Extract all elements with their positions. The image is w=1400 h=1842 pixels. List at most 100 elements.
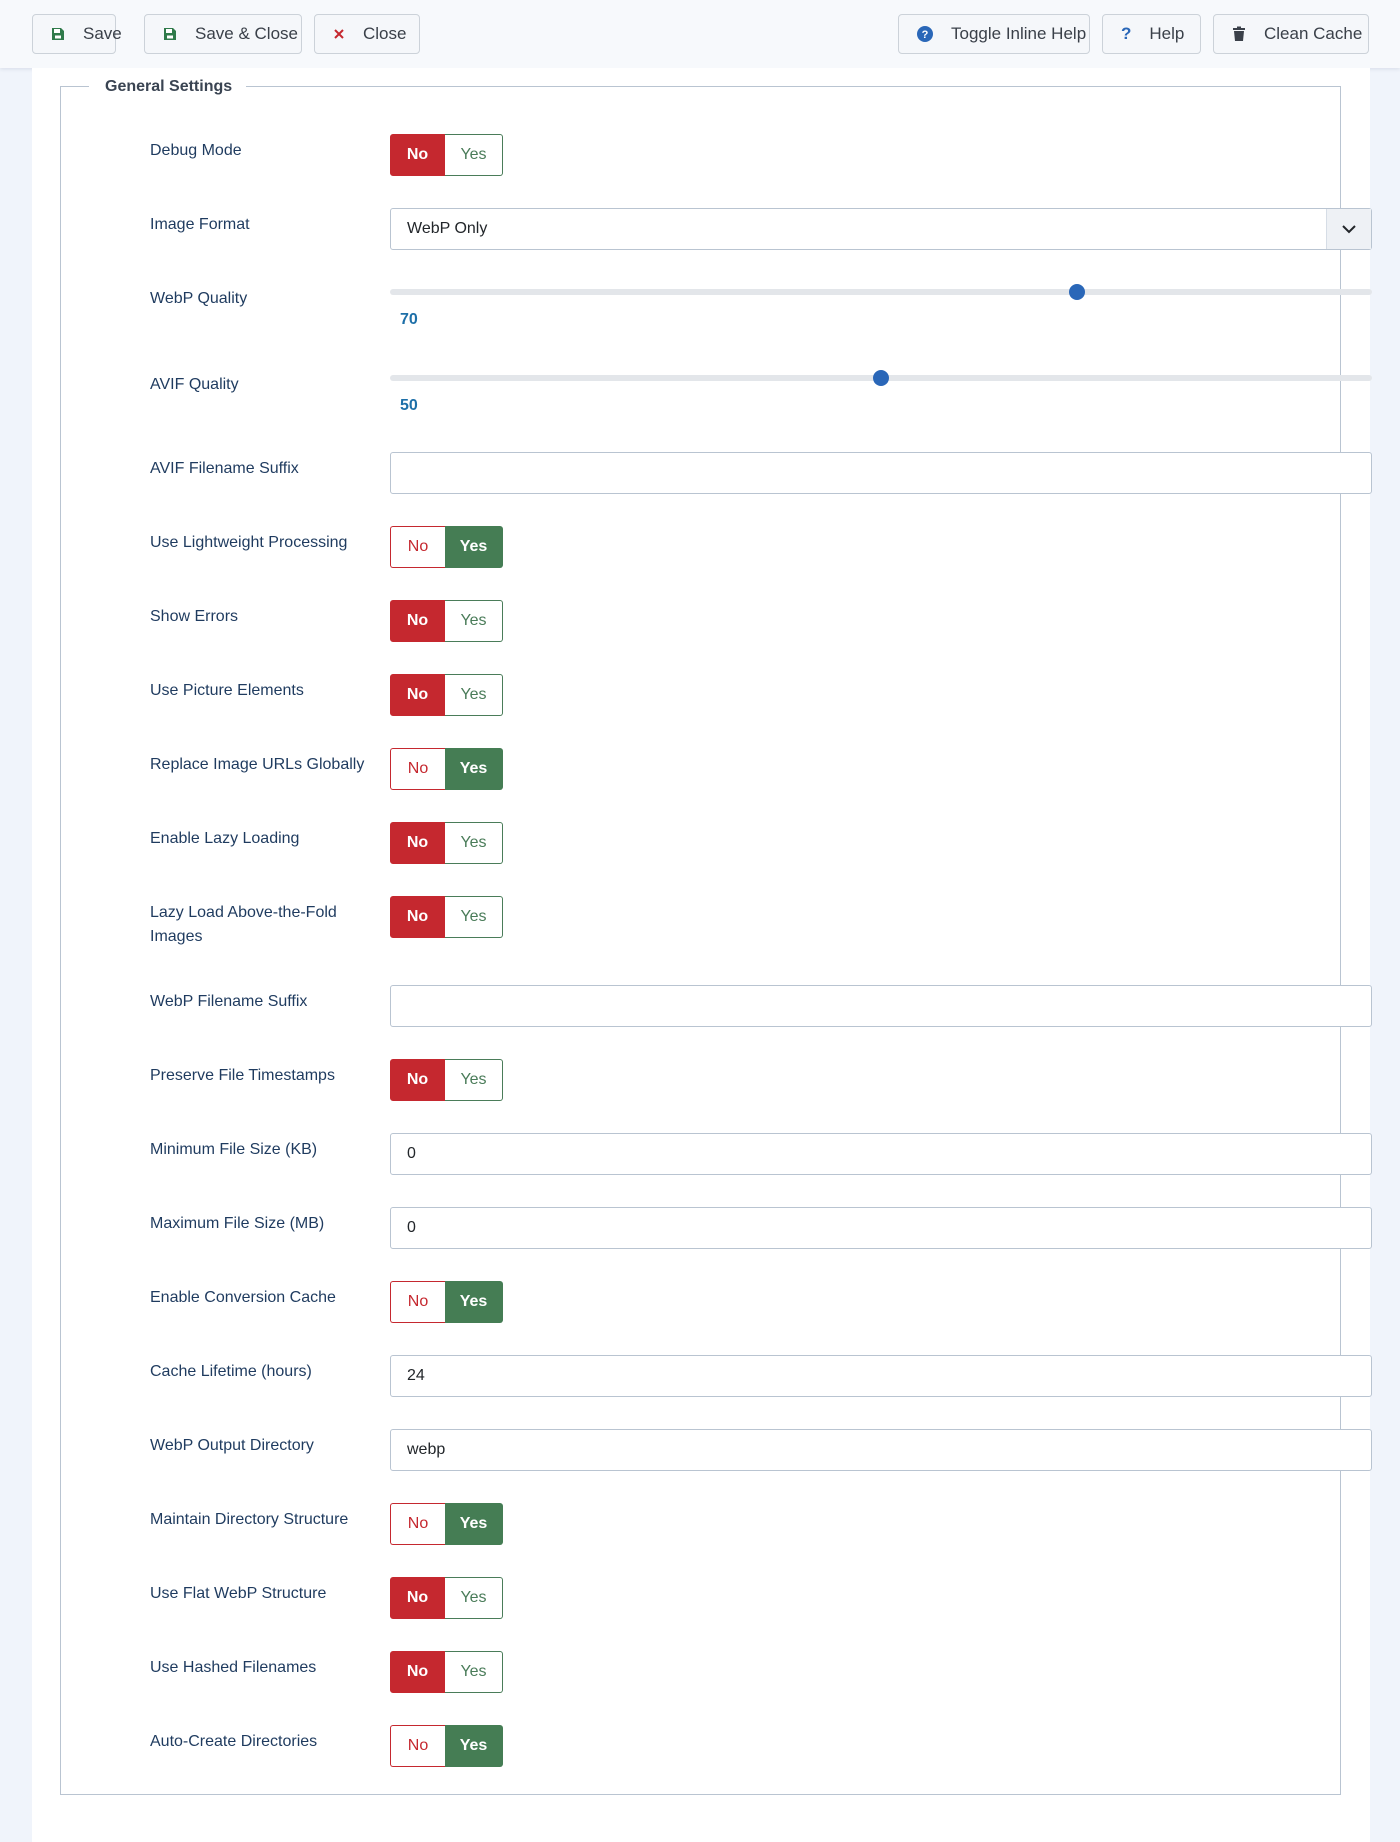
toggle-conversion-cache[interactable]: No Yes xyxy=(390,1281,503,1323)
close-icon xyxy=(333,24,345,44)
toggle-option-no[interactable]: No xyxy=(390,1577,445,1619)
image-format-value: WebP Only xyxy=(407,220,488,237)
toolbar: Save Save & Close Close ? Toggle Inline … xyxy=(0,0,1400,68)
toggle-preserve-timestamps[interactable]: No Yes xyxy=(390,1059,503,1101)
label-hashed-filenames: Use Hashed Filenames xyxy=(150,1659,317,1676)
avif-quality-slider[interactable] xyxy=(390,368,1372,388)
toggle-option-no[interactable]: No xyxy=(390,748,445,790)
svg-text:?: ? xyxy=(922,29,929,41)
toggle-lazy-above-fold[interactable]: No Yes xyxy=(390,896,503,938)
label-avif-quality: AVIF Quality xyxy=(150,376,239,393)
label-show-errors: Show Errors xyxy=(150,608,239,625)
toggle-option-no[interactable]: No xyxy=(390,526,445,568)
toggle-option-no[interactable]: No xyxy=(390,1059,445,1101)
toggle-option-yes[interactable]: Yes xyxy=(445,1651,503,1693)
toggle-option-no[interactable]: No xyxy=(390,1651,445,1693)
toggle-option-no[interactable]: No xyxy=(390,896,445,938)
toggle-option-yes[interactable]: Yes xyxy=(445,134,503,176)
toggle-option-yes[interactable]: Yes xyxy=(445,1059,503,1101)
label-min-size: Minimum File Size (KB) xyxy=(150,1141,318,1158)
toggle-hashed-filenames[interactable]: No Yes xyxy=(390,1651,503,1693)
question-circle-icon: ? xyxy=(917,24,933,44)
webp-quality-slider[interactable] xyxy=(390,282,1372,302)
label-avif-suffix: AVIF Filename Suffix xyxy=(150,460,299,477)
label-debug-mode: Debug Mode xyxy=(150,142,242,159)
slider-thumb[interactable] xyxy=(873,370,889,386)
toggle-replace-urls[interactable]: No Yes xyxy=(390,748,503,790)
toggle-option-yes[interactable]: Yes xyxy=(445,1281,503,1323)
close-button-label: Close xyxy=(363,24,407,43)
slider-track xyxy=(390,289,1372,295)
toggle-option-no[interactable]: No xyxy=(390,1503,445,1545)
toggle-option-no[interactable]: No xyxy=(390,674,445,716)
avif-quality-value: 50 xyxy=(400,397,418,414)
floppy-disk-icon xyxy=(163,24,177,44)
label-picture-elements: Use Picture Elements xyxy=(150,682,304,699)
toggle-option-yes[interactable]: Yes xyxy=(445,526,503,568)
toggle-option-yes[interactable]: Yes xyxy=(445,896,503,938)
label-auto-create: Auto-Create Directories xyxy=(150,1733,318,1750)
close-button[interactable]: Close xyxy=(314,14,420,54)
label-conversion-cache: Enable Conversion Cache xyxy=(150,1289,336,1306)
toggle-picture-elements[interactable]: No Yes xyxy=(390,674,503,716)
label-replace-urls: Replace Image URLs Globally xyxy=(150,756,365,773)
chevron-down-icon xyxy=(1326,209,1371,249)
toggle-inline-help-label: Toggle Inline Help xyxy=(951,24,1087,43)
slider-thumb[interactable] xyxy=(1069,284,1086,300)
toggle-flat-structure[interactable]: No Yes xyxy=(390,1577,503,1619)
toggle-option-yes[interactable]: Yes xyxy=(445,1503,503,1545)
avif-suffix-input[interactable] xyxy=(390,452,1372,494)
toggle-show-errors[interactable]: No Yes xyxy=(390,600,503,642)
toggle-option-yes[interactable]: Yes xyxy=(445,674,503,716)
toggle-option-no[interactable]: No xyxy=(390,134,445,176)
label-lazy-loading: Enable Lazy Loading xyxy=(150,830,300,847)
label-image-format: Image Format xyxy=(150,216,250,233)
save-close-button[interactable]: Save & Close xyxy=(144,14,302,54)
toggle-inline-help-button[interactable]: ? Toggle Inline Help xyxy=(898,14,1090,54)
label-output-dir: WebP Output Directory xyxy=(150,1437,314,1454)
max-size-input[interactable] xyxy=(390,1207,1372,1249)
label-flat-structure: Use Flat WebP Structure xyxy=(150,1585,327,1602)
general-settings-fieldset: General Settings Debug Mode No Yes Image… xyxy=(60,70,1372,1795)
cache-lifetime-input[interactable] xyxy=(390,1355,1372,1397)
min-size-input[interactable] xyxy=(390,1133,1372,1175)
label-lightweight: Use Lightweight Processing xyxy=(150,534,348,551)
toggle-option-yes[interactable]: Yes xyxy=(445,1725,503,1767)
toggle-option-no[interactable]: No xyxy=(390,1281,445,1323)
webp-quality-value: 70 xyxy=(400,311,418,328)
save-close-button-label: Save & Close xyxy=(195,24,298,43)
output-dir-input[interactable] xyxy=(390,1429,1372,1471)
question-mark-icon: ? xyxy=(1121,24,1132,43)
clean-cache-button[interactable]: Clean Cache xyxy=(1213,14,1369,54)
image-format-select[interactable]: WebP Only xyxy=(390,208,1372,250)
toggle-option-yes[interactable]: Yes xyxy=(445,748,503,790)
trash-icon xyxy=(1232,24,1246,44)
toggle-option-yes[interactable]: Yes xyxy=(445,1577,503,1619)
clean-cache-button-label: Clean Cache xyxy=(1264,24,1363,43)
label-cache-lifetime: Cache Lifetime (hours) xyxy=(150,1363,312,1380)
save-button-label: Save xyxy=(83,24,122,43)
label-webp-quality: WebP Quality xyxy=(150,290,248,307)
save-button[interactable]: Save xyxy=(32,14,122,54)
toggle-option-no[interactable]: No xyxy=(390,1725,445,1767)
toggle-option-yes[interactable]: Yes xyxy=(445,822,503,864)
toggle-debug-mode[interactable]: No Yes xyxy=(390,134,503,176)
toggle-lazy-loading[interactable]: No Yes xyxy=(390,822,503,864)
toggle-option-no[interactable]: No xyxy=(390,600,445,642)
settings-card: General Settings Debug Mode No Yes Image… xyxy=(32,68,1372,1842)
toggle-auto-create[interactable]: No Yes xyxy=(390,1725,503,1767)
toggle-lightweight[interactable]: No Yes xyxy=(390,526,503,568)
toggle-option-yes[interactable]: Yes xyxy=(445,600,503,642)
label-maintain-structure: Maintain Directory Structure xyxy=(150,1511,349,1528)
label-max-size: Maximum File Size (MB) xyxy=(150,1215,325,1232)
webp-suffix-input[interactable] xyxy=(390,985,1372,1027)
help-button[interactable]: ? Help xyxy=(1102,14,1201,54)
floppy-disk-icon xyxy=(51,24,65,44)
label-preserve-timestamps: Preserve File Timestamps xyxy=(150,1067,335,1084)
label-lazy-above-fold: Lazy Load Above-the-Fold Images xyxy=(150,904,337,945)
toggle-maintain-structure[interactable]: No Yes xyxy=(390,1503,503,1545)
toggle-option-no[interactable]: No xyxy=(390,822,445,864)
help-button-label: Help xyxy=(1149,24,1185,43)
label-webp-suffix: WebP Filename Suffix xyxy=(150,993,308,1010)
fieldset-legend: General Settings xyxy=(89,70,247,104)
